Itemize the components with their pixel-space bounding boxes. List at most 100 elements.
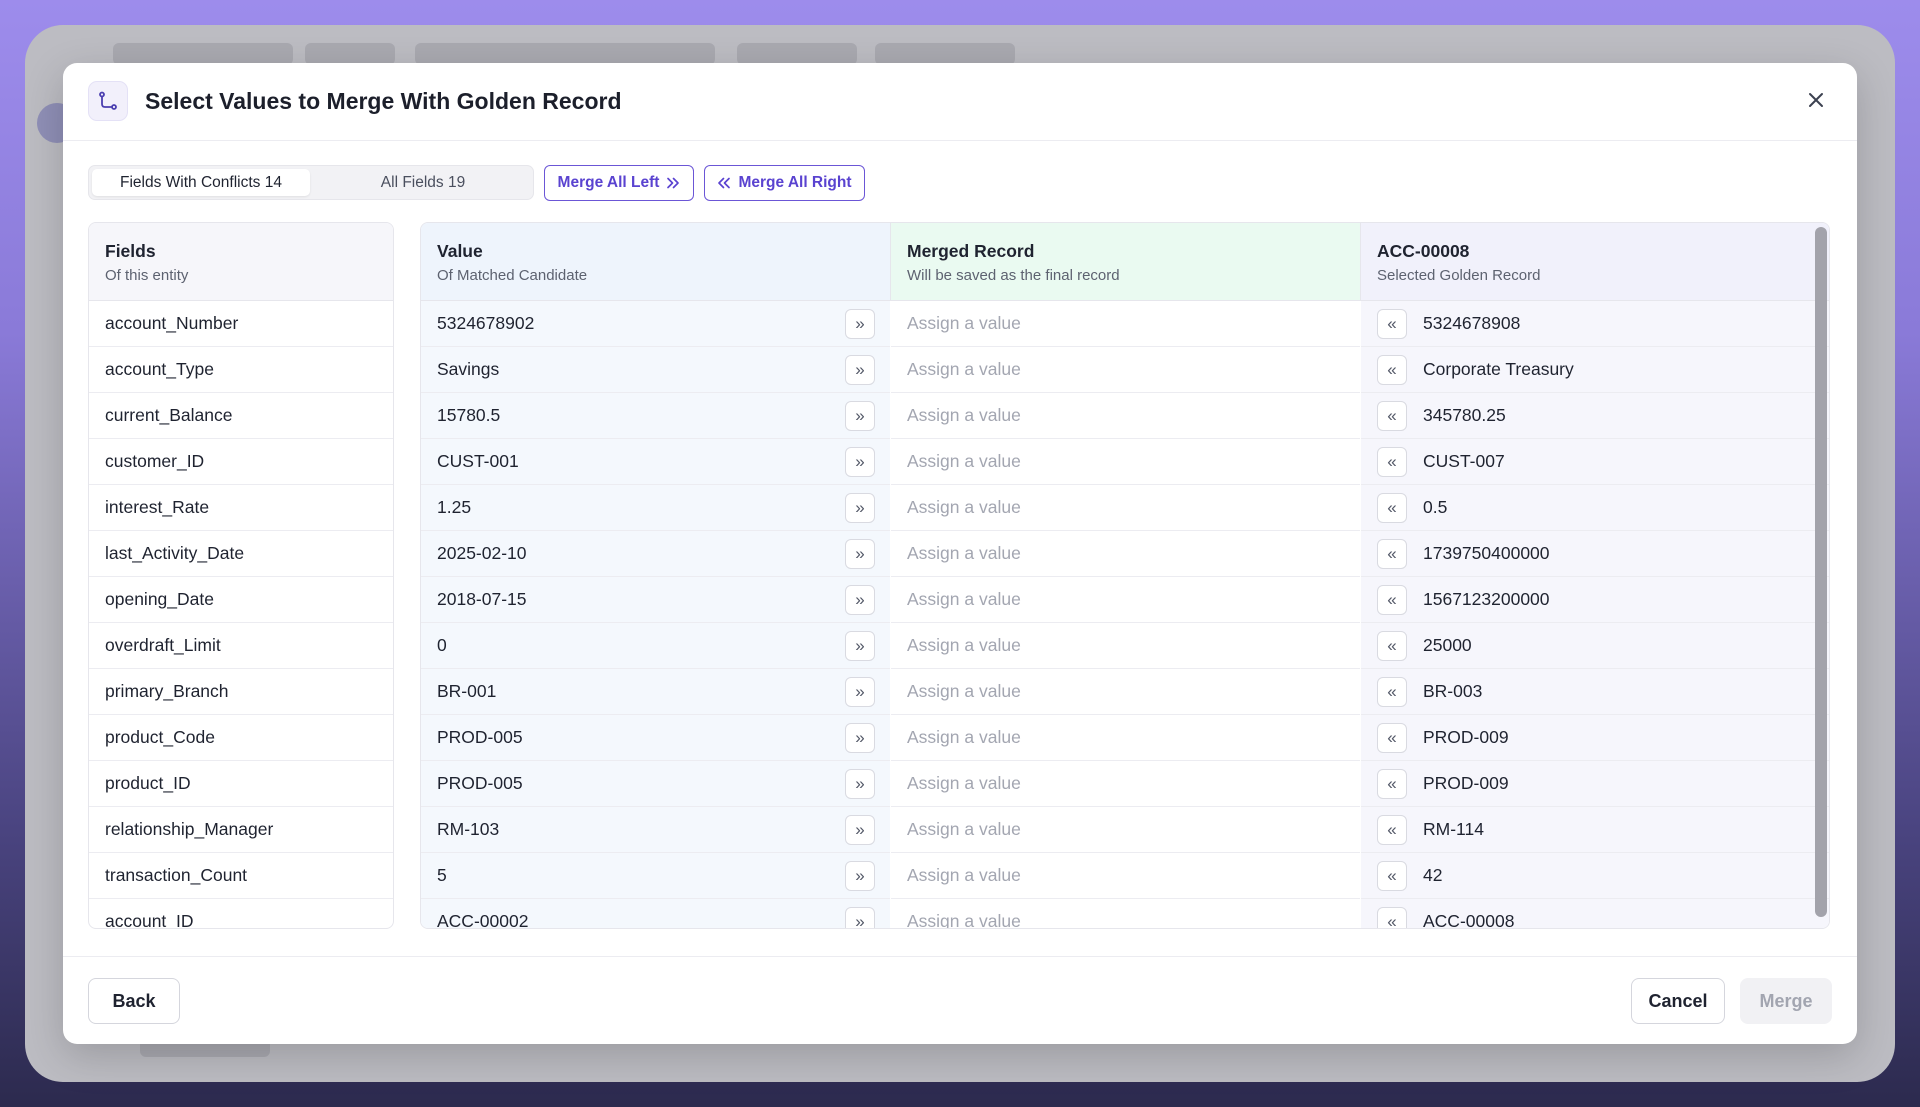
use-candidate-value-button[interactable]: » xyxy=(845,355,875,385)
candidate-value-cell: 0» xyxy=(421,623,890,669)
candidate-value-cell: ACC-00002 » xyxy=(421,899,890,928)
candidate-value-text: PROD-005 xyxy=(437,727,523,747)
merge-all-right-button[interactable]: Merge All Right xyxy=(704,165,865,201)
use-golden-value-button[interactable]: « xyxy=(1377,539,1407,569)
golden-value-text: Corporate Treasury xyxy=(1423,359,1574,379)
use-candidate-value-button[interactable]: » xyxy=(845,861,875,891)
use-golden-value-button[interactable]: « xyxy=(1377,447,1407,477)
merged-value-input[interactable]: Assign a value xyxy=(891,439,1360,485)
use-golden-value-button[interactable]: « xyxy=(1377,401,1407,431)
dialog-title: Select Values to Merge With Golden Recor… xyxy=(145,88,622,114)
merged-value-input[interactable]: Assign a value xyxy=(891,807,1360,853)
close-icon[interactable] xyxy=(1801,85,1831,115)
golden-value-cell: « RM-114 xyxy=(1361,807,1829,853)
merge-grid: Value Of Matched Candidate Merged Record… xyxy=(420,222,1830,929)
golden-value-cell: « PROD-009 xyxy=(1361,761,1829,807)
use-candidate-value-button[interactable]: » xyxy=(845,401,875,431)
merged-value-input[interactable]: Assign a value xyxy=(891,301,1360,347)
golden-value-text: 0.5 xyxy=(1423,497,1448,517)
use-candidate-value-button[interactable]: » xyxy=(845,631,875,661)
field-name-cell: current_Balance xyxy=(89,393,393,439)
use-candidate-value-button[interactable]: » xyxy=(845,309,875,339)
golden-value-cell: « BR-003 xyxy=(1361,669,1829,715)
value-header-subtitle: Of Matched Candidate xyxy=(437,267,588,284)
merged-value-input[interactable]: Assign a value xyxy=(891,853,1360,899)
use-golden-value-button[interactable]: « xyxy=(1377,355,1407,385)
golden-value-cell: « 5324678908 xyxy=(1361,301,1829,347)
tab-fields-with-conflicts[interactable]: Fields With Conflicts 14 xyxy=(92,169,310,196)
merged-header-subtitle: Will be saved as the final record xyxy=(907,267,1120,284)
golden-value-text: PROD-009 xyxy=(1423,773,1509,793)
use-golden-value-button[interactable]: « xyxy=(1377,723,1407,753)
golden-value-cell: « PROD-009 xyxy=(1361,715,1829,761)
cancel-button[interactable]: Cancel xyxy=(1631,978,1725,1024)
merged-value-input[interactable]: Assign a value xyxy=(891,761,1360,807)
merged-value-input[interactable]: Assign a value xyxy=(891,715,1360,761)
candidate-value-cell: Savings » xyxy=(421,347,890,393)
use-candidate-value-button[interactable]: » xyxy=(845,447,875,477)
golden-value-cell: « 1739750400000 xyxy=(1361,531,1829,577)
grid-scrollbar[interactable] xyxy=(1815,227,1827,917)
merge-branch-icon xyxy=(88,81,128,121)
use-candidate-value-button[interactable]: » xyxy=(845,585,875,615)
candidate-value-cell: CUST-001 » xyxy=(421,439,890,485)
use-candidate-value-button[interactable]: » xyxy=(845,539,875,569)
field-name-cell: last_Activity_Date xyxy=(89,531,393,577)
use-golden-value-button[interactable]: « xyxy=(1377,815,1407,845)
golden-value-text: 42 xyxy=(1423,865,1443,885)
background-placeholder xyxy=(737,43,857,65)
candidate-value-text: 2018-07-15 xyxy=(437,589,527,609)
merge-all-left-button[interactable]: Merge All Left xyxy=(544,165,694,201)
use-candidate-value-button[interactable]: » xyxy=(845,907,875,928)
golden-value-text: PROD-009 xyxy=(1423,727,1509,747)
use-golden-value-button[interactable]: « xyxy=(1377,631,1407,661)
golden-value-text: CUST-007 xyxy=(1423,451,1505,471)
merged-value-input[interactable]: Assign a value xyxy=(891,485,1360,531)
golden-value-cell: « ACC-00008 xyxy=(1361,899,1829,928)
candidate-value-text: 5324678902 xyxy=(437,313,535,333)
merged-value-input[interactable]: Assign a value xyxy=(891,669,1360,715)
use-candidate-value-button[interactable]: » xyxy=(845,493,875,523)
candidate-value-text: BR-001 xyxy=(437,681,497,701)
candidate-value-cell: 5324678902 » xyxy=(421,301,890,347)
merge-all-left-label: Merge All Left xyxy=(557,174,660,191)
golden-value-text: 345780.25 xyxy=(1423,405,1506,425)
fields-header-subtitle: Of this entity xyxy=(105,267,189,284)
golden-value-text: 5324678908 xyxy=(1423,313,1521,333)
double-chevron-left-icon xyxy=(718,177,731,189)
background-placeholder xyxy=(875,43,1015,65)
field-name-cell: opening_Date xyxy=(89,577,393,623)
golden-value-text: 1739750400000 xyxy=(1423,543,1550,563)
merged-value-input[interactable]: Assign a value xyxy=(891,347,1360,393)
field-name-cell: primary_Branch xyxy=(89,669,393,715)
use-golden-value-button[interactable]: « xyxy=(1377,861,1407,891)
use-candidate-value-button[interactable]: » xyxy=(845,677,875,707)
candidate-value-cell: 2025-02-10 » xyxy=(421,531,890,577)
use-candidate-value-button[interactable]: » xyxy=(845,769,875,799)
merged-value-input[interactable]: Assign a value xyxy=(891,623,1360,669)
back-button[interactable]: Back xyxy=(88,978,180,1024)
merged-value-input[interactable]: Assign a value xyxy=(891,899,1360,928)
dialog-footer: Back Cancel Merge xyxy=(63,956,1857,1044)
merged-value-input[interactable]: Assign a value xyxy=(891,393,1360,439)
use-candidate-value-button[interactable]: » xyxy=(845,723,875,753)
merged-value-input[interactable]: Assign a value xyxy=(891,531,1360,577)
candidate-value-text: 15780.5 xyxy=(437,405,501,425)
candidate-value-cell: 1.25 » xyxy=(421,485,890,531)
candidate-value-cell: RM-103 » xyxy=(421,807,890,853)
tab-all-fields[interactable]: All Fields 19 xyxy=(314,169,532,196)
use-golden-value-button[interactable]: « xyxy=(1377,677,1407,707)
golden-value-cell: « 25000 xyxy=(1361,623,1829,669)
golden-value-cell: « 1567123200000 xyxy=(1361,577,1829,623)
field-name-cell: relationship_Manager xyxy=(89,807,393,853)
merge-button[interactable]: Merge xyxy=(1740,978,1832,1024)
use-golden-value-button[interactable]: « xyxy=(1377,907,1407,928)
use-golden-value-button[interactable]: « xyxy=(1377,769,1407,799)
use-golden-value-button[interactable]: « xyxy=(1377,493,1407,523)
use-golden-value-button[interactable]: « xyxy=(1377,309,1407,339)
use-candidate-value-button[interactable]: » xyxy=(845,815,875,845)
use-golden-value-button[interactable]: « xyxy=(1377,585,1407,615)
field-name-cell: account_Number xyxy=(89,301,393,347)
field-name-cell: account_ID xyxy=(89,899,393,928)
merged-value-input[interactable]: Assign a value xyxy=(891,577,1360,623)
